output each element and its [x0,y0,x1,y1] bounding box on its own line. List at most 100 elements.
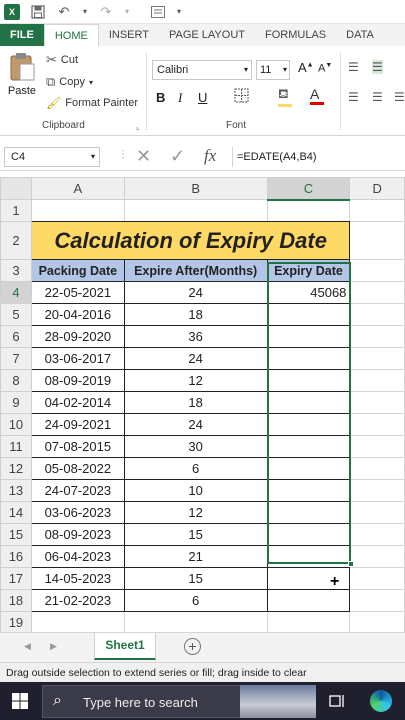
row-header[interactable]: 1 [0,199,32,222]
expire-months-cell[interactable]: 36 [123,325,268,348]
increase-font-size-icon[interactable]: A▲ [298,60,314,75]
row-header[interactable]: 14 [0,501,32,524]
expire-months-cell[interactable]: 6 [123,589,268,612]
header-packing-date[interactable]: Packing Date [30,259,125,282]
insert-function-icon[interactable]: fx [204,146,216,166]
format-painter-button[interactable]: 🖌 Format Painter [46,96,138,110]
borders-icon[interactable] [234,88,249,106]
cut-button[interactable]: ✂ Cut [46,52,78,68]
row-header[interactable]: 6 [0,325,32,348]
cell[interactable] [349,281,405,304]
row-header[interactable]: 17 [0,567,32,590]
cell[interactable] [349,325,405,348]
packing-date-cell[interactable]: 22-05-2021 [30,281,125,304]
column-header-d[interactable]: D [349,177,405,200]
packing-date-cell[interactable]: 20-04-2016 [30,303,125,326]
cell[interactable] [349,259,405,282]
align-left-icon[interactable]: ☰ [348,90,359,104]
cell[interactable] [266,199,351,222]
select-all-corner[interactable] [0,177,32,200]
sheet-title[interactable]: Calculation of Expiry Date [30,221,351,260]
selection-range[interactable] [267,262,351,564]
packing-date-cell[interactable]: 14-05-2023 [30,567,125,590]
cell[interactable] [30,611,125,634]
packing-date-cell[interactable]: 04-02-2014 [30,391,125,414]
row-header[interactable]: 11 [0,435,32,458]
align-middle-icon[interactable]: ☰ [372,60,383,74]
expiry-date-cell[interactable] [266,589,351,612]
save-icon[interactable] [30,4,46,20]
cell[interactable] [349,221,405,260]
formula-input[interactable]: =EDATE(A4,B4) [232,147,405,167]
cell[interactable] [349,611,405,634]
row-header[interactable]: 5 [0,303,32,326]
header-expire-after[interactable]: Expire After(Months) [123,259,268,282]
row-header[interactable]: 7 [0,347,32,370]
sheet-tab-sheet1[interactable]: Sheet1 [94,633,156,660]
taskbar-search-box[interactable]: ⌕ Type here to search [42,685,242,718]
cell[interactable] [123,199,268,222]
expire-months-cell[interactable]: 24 [123,413,268,436]
expire-months-cell[interactable]: 15 [123,567,268,590]
tab-insert[interactable]: INSERT [99,24,159,46]
undo-icon[interactable]: ↶ [56,4,72,20]
name-box[interactable]: C4 ▾ [4,147,100,167]
cell[interactable] [349,479,405,502]
column-header-b[interactable]: B [123,177,268,200]
cell[interactable] [349,545,405,568]
customize-toolbar-icon[interactable] [150,4,166,20]
italic-button[interactable]: I [178,90,182,106]
cell[interactable] [349,589,405,612]
paste-button[interactable]: Paste [6,52,38,112]
row-header[interactable]: 9 [0,391,32,414]
expire-months-cell[interactable]: 6 [123,457,268,480]
task-view-icon[interactable] [328,692,346,713]
cell[interactable] [266,611,351,634]
worksheet-grid[interactable]: A B C D 1 2 Calculation of Expiry Date 3… [0,177,405,656]
cell[interactable] [349,523,405,546]
column-header-c[interactable]: C [266,177,351,201]
edge-browser-icon[interactable] [370,690,392,712]
clipboard-launcher-icon[interactable]: ⌞ [136,122,140,131]
tab-home[interactable]: HOME [43,24,99,46]
row-header[interactable]: 19 [0,611,32,634]
tab-file[interactable]: FILE [0,24,44,46]
cell[interactable] [349,391,405,414]
scroll-right-icon[interactable]: ▶ [50,641,57,652]
tab-page-layout[interactable]: PAGE LAYOUT [159,24,255,46]
expire-months-cell[interactable]: 12 [123,501,268,524]
font-name-dropdown[interactable]: Calibri ▾ [152,60,252,80]
expire-months-cell[interactable]: 12 [123,369,268,392]
underline-button[interactable]: U [198,90,207,105]
expire-months-cell[interactable]: 18 [123,303,268,326]
expire-months-cell[interactable]: 30 [123,435,268,458]
tab-formulas[interactable]: FORMULAS [255,24,336,46]
align-top-icon[interactable]: ☰ [348,60,359,74]
cell[interactable] [349,501,405,524]
customize-dropdown-icon[interactable]: ▾ [176,4,182,20]
packing-date-cell[interactable]: 03-06-2017 [30,347,125,370]
row-header[interactable]: 13 [0,479,32,502]
column-header-a[interactable]: A [30,177,125,200]
windows-start-icon[interactable] [12,693,28,712]
packing-date-cell[interactable]: 07-08-2015 [30,435,125,458]
cell[interactable] [349,457,405,480]
cell[interactable] [123,611,268,634]
row-header[interactable]: 4 [0,281,32,304]
scroll-left-icon[interactable]: ◀ [24,641,31,652]
expire-months-cell[interactable]: 18 [123,391,268,414]
row-header[interactable]: 8 [0,369,32,392]
packing-date-cell[interactable]: 08-09-2023 [30,523,125,546]
tab-data[interactable]: DATA [336,24,384,46]
packing-date-cell[interactable]: 06-04-2023 [30,545,125,568]
enter-icon[interactable]: ✓ [170,146,185,167]
copy-button[interactable]: ⧉ Copy ▾ [46,74,93,90]
font-size-dropdown[interactable]: 11 ▾ [256,60,290,80]
cell[interactable] [349,369,405,392]
packing-date-cell[interactable]: 24-09-2021 [30,413,125,436]
align-right-icon[interactable]: ☰ [394,90,405,104]
bold-button[interactable]: B [156,90,165,105]
fill-handle[interactable] [348,561,354,567]
cell[interactable] [30,199,125,222]
cell[interactable] [349,303,405,326]
